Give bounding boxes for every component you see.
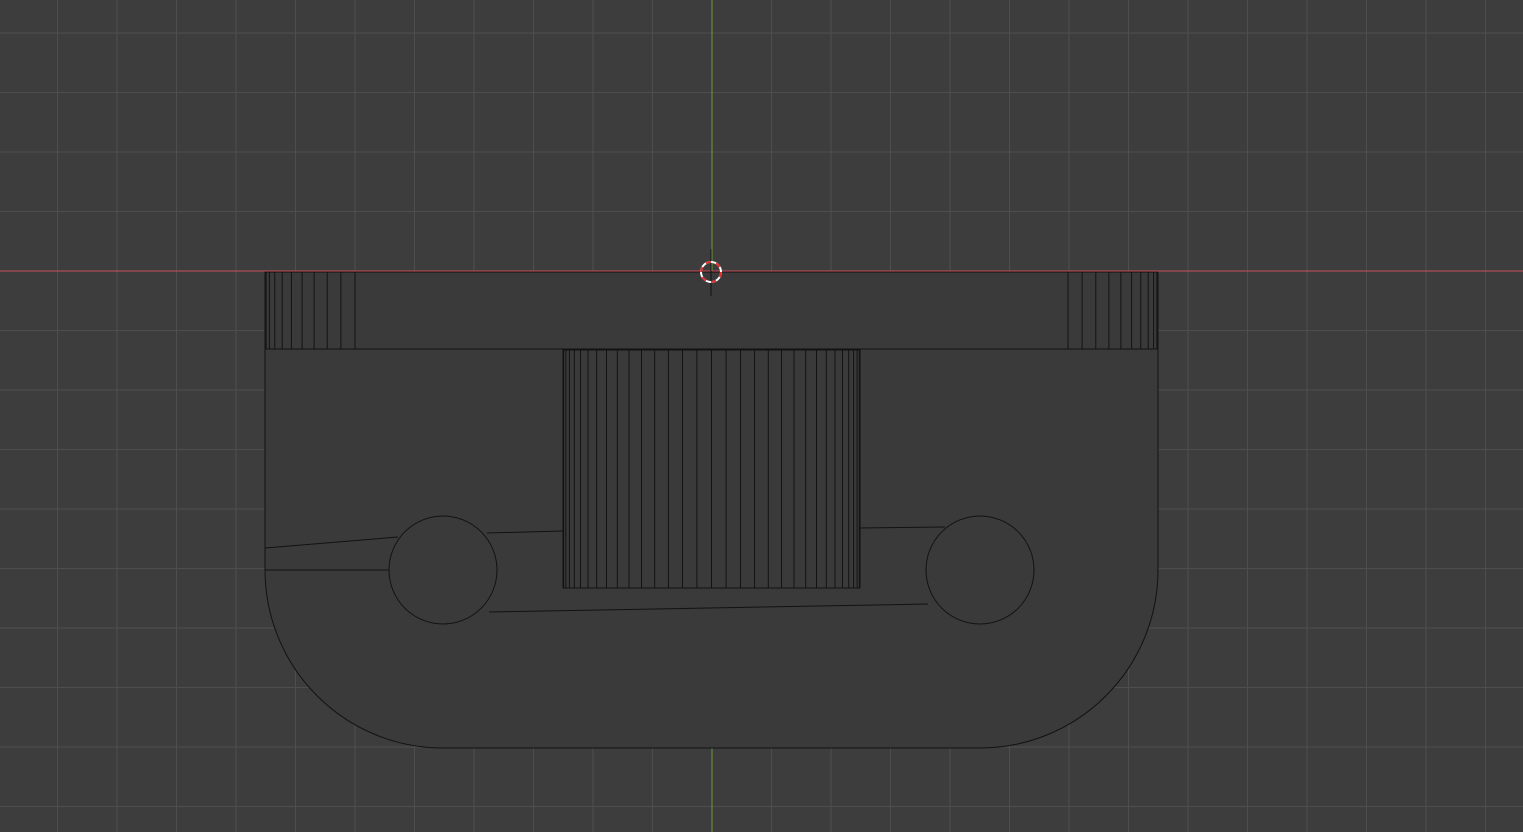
3d-viewport[interactable] bbox=[0, 0, 1523, 832]
viewport-canvas[interactable] bbox=[0, 0, 1523, 832]
left-hole[interactable] bbox=[388, 515, 498, 625]
right-hole[interactable] bbox=[925, 515, 1035, 625]
mesh-object[interactable] bbox=[264, 271, 1159, 749]
